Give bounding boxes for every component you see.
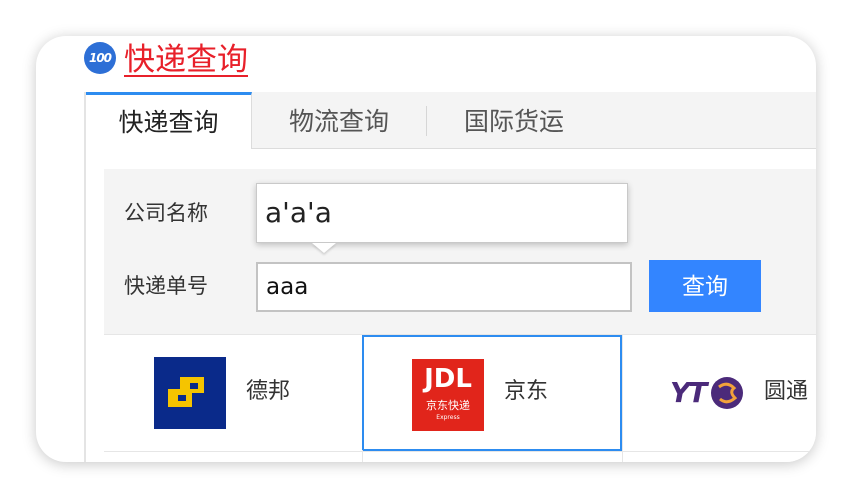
carrier-list-next-row xyxy=(104,450,816,462)
query-button[interactable]: 查询 xyxy=(649,260,761,312)
carrier-item-jd[interactable]: JDL 京东快递 Express 京东 xyxy=(362,335,622,451)
carrier-name: 圆通 xyxy=(764,379,809,404)
carrier-item-yto[interactable]: YT 圆通 xyxy=(622,335,816,451)
column-divider xyxy=(622,450,623,462)
yto-emblem-icon xyxy=(711,377,743,409)
query-form: 公司名称 a'a'a 快递单号 查询 xyxy=(104,169,816,334)
tab-bar: 快递查询 物流查询 国际货运 xyxy=(86,92,816,149)
tab-express-query[interactable]: 快递查询 xyxy=(86,92,252,149)
carrier-name: 德邦 xyxy=(246,379,291,404)
query-widget: 快递查询 物流查询 国际货运 公司名称 a'a'a 快递单号 查询 xyxy=(84,92,816,462)
yto-logo-icon: YT xyxy=(670,375,744,411)
tracking-number-label: 快递单号 xyxy=(124,274,208,298)
yto-logo-text: YT xyxy=(670,376,707,409)
deppon-logo-icon xyxy=(154,357,226,429)
dropdown-pointer xyxy=(312,243,336,253)
tab-logistics-query[interactable]: 物流查询 xyxy=(252,92,426,148)
tracking-number-input[interactable] xyxy=(256,262,632,312)
carrier-item-deppon[interactable]: 德邦 xyxy=(104,335,362,451)
carrier-list: 德邦 JDL 京东快递 Express 京东 YT 圆通 xyxy=(104,334,816,452)
tab-international-freight[interactable]: 国际货运 xyxy=(427,92,601,148)
jdl-logo-text: JDL xyxy=(424,364,472,394)
jdl-logo-small: Express xyxy=(436,414,460,421)
company-name-field[interactable]: a'a'a xyxy=(256,183,628,243)
carrier-name: 京东 xyxy=(504,379,549,404)
jdl-logo-icon: JDL 京东快递 Express xyxy=(412,359,484,431)
column-divider xyxy=(362,450,363,462)
jdl-logo-subtext: 京东快递 xyxy=(426,399,470,412)
express-query-card: 100 快递查询 快递查询 物流查询 国际货运 公司名称 a'a'a 快递单号 … xyxy=(36,36,816,462)
kuaidi100-logo-icon: 100 xyxy=(84,42,116,74)
page-title-link[interactable]: 快递查询 xyxy=(124,40,248,80)
company-name-label: 公司名称 xyxy=(124,201,208,225)
